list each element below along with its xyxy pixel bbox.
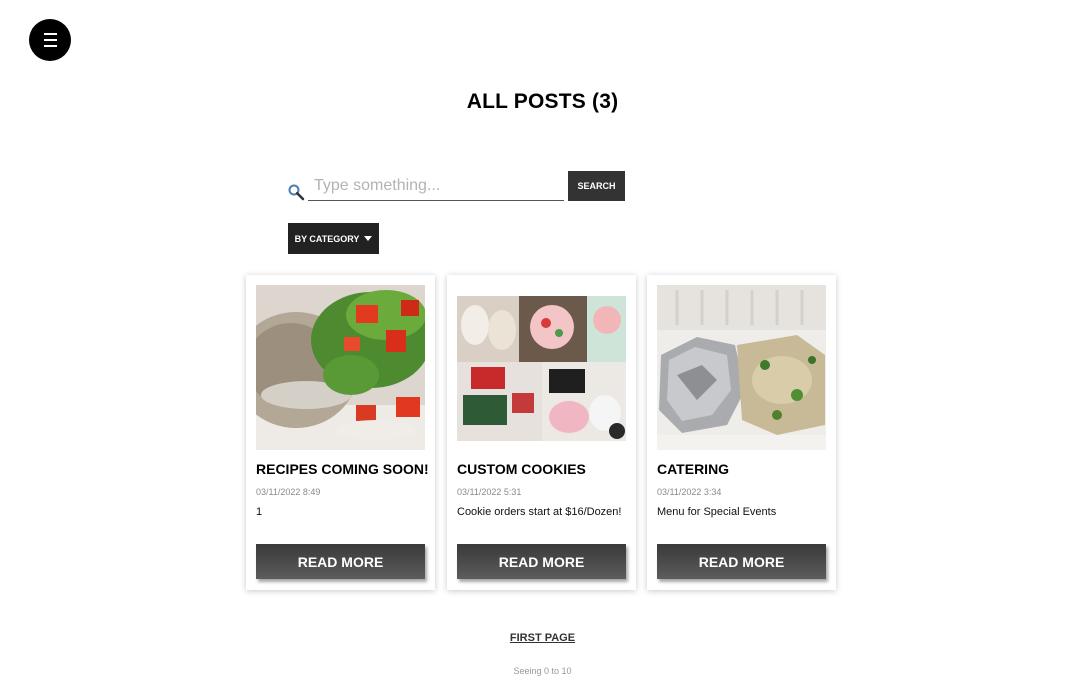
category-dropdown[interactable]: BY CATEGORY [288,223,379,254]
post-card[interactable]: CUSTOM COOKIES 03/11/2022 5:31 Cookie or… [447,275,636,590]
post-card[interactable]: RECIPES COMING SOON! 03/11/2022 8:49 1 R… [246,275,435,590]
pagination-status: Seeing 0 to 10 [513,666,572,676]
post-description: 1 [256,506,263,518]
post-card[interactable]: CATERING 03/11/2022 3:34 Menu for Specia… [647,275,836,590]
search-button[interactable]: SEARCH [568,171,625,201]
post-title[interactable]: CATERING [657,461,729,477]
post-image[interactable] [256,285,425,450]
hamburger-icon-line [43,33,57,35]
hamburger-icon-line [43,39,57,41]
read-more-button[interactable]: READ MORE [256,544,425,579]
post-date: 03/11/2022 3:34 [657,487,722,497]
page-title: ALL POSTS (3) [466,90,619,113]
post-image[interactable] [657,285,826,450]
post-title[interactable]: CUSTOM COOKIES [457,461,586,477]
post-title[interactable]: RECIPES COMING SOON! [256,461,429,477]
post-description: Menu for Special Events [657,506,777,518]
read-more-button[interactable]: READ MORE [657,544,826,579]
category-label: BY CATEGORY [294,233,360,244]
post-date: 03/11/2022 5:31 [457,487,522,497]
caret-down-icon [364,236,373,241]
post-date: 03/11/2022 8:49 [256,487,321,497]
first-page-link[interactable]: FIRST PAGE [0,632,1085,644]
search-input[interactable] [308,171,564,201]
menu-button[interactable] [29,19,71,61]
read-more-button[interactable]: READ MORE [457,544,626,579]
post-image[interactable] [457,285,626,450]
search-icon [288,184,305,201]
post-description: Cookie orders start at $16/Dozen! [457,506,622,518]
hamburger-icon-line [43,45,57,47]
